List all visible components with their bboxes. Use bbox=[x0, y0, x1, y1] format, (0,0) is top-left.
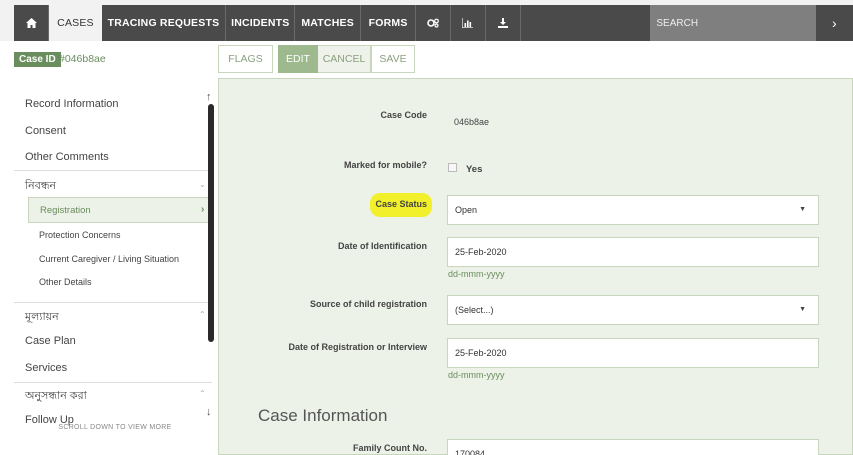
nav-forms[interactable]: FORMS bbox=[361, 5, 417, 41]
nav-matches[interactable]: MATCHES bbox=[295, 5, 362, 41]
chevron-up-icon: ⌃ bbox=[199, 310, 206, 319]
date-of-registration-label: Date of Registration or Interview bbox=[288, 342, 427, 352]
sidebar-divider bbox=[14, 302, 212, 303]
sidebar-divider bbox=[14, 170, 212, 171]
sidebar-item-current-caregiver[interactable]: Current Caregiver / Living Situation bbox=[39, 254, 179, 264]
date-of-identification-input[interactable]: 25-Feb-2020 bbox=[447, 237, 819, 267]
edit-button[interactable]: EDIT bbox=[278, 45, 318, 73]
source-of-registration-select[interactable]: (Select...) ▼ bbox=[447, 295, 819, 325]
chevron-down-icon: ⌄ bbox=[199, 180, 206, 189]
date-of-identification-label: Date of Identification bbox=[337, 241, 427, 251]
sidebar-section-registration[interactable]: নিবন্ধন bbox=[25, 177, 56, 196]
search-input[interactable]: SEARCH bbox=[650, 5, 816, 41]
case-status-value: Open bbox=[455, 205, 478, 215]
scroll-up-arrow-icon[interactable]: ↑ bbox=[206, 91, 212, 103]
search-go-button[interactable]: › bbox=[815, 5, 853, 41]
marked-for-mobile-checkbox[interactable] bbox=[448, 163, 457, 172]
sidebar-item-registration[interactable]: Registration › bbox=[28, 197, 210, 223]
date-format-hint: dd-mmm-yyyy bbox=[448, 370, 505, 380]
caret-down-icon: ▼ bbox=[799, 306, 806, 313]
case-id-badge: Case ID bbox=[14, 52, 61, 67]
sidebar-item-other-details[interactable]: Other Details bbox=[39, 277, 92, 287]
case-id-value: #046b8ae bbox=[59, 53, 106, 65]
sidebar-item-consent[interactable]: Consent bbox=[25, 125, 66, 137]
case-status-select[interactable]: Open ▼ bbox=[447, 195, 819, 225]
sidebar-divider bbox=[14, 382, 212, 383]
case-code-label: Case Code bbox=[380, 110, 427, 120]
case-status-label: Case Status bbox=[375, 199, 427, 209]
case-code-value: 046b8ae bbox=[454, 117, 490, 127]
sidebar-item-services[interactable]: Services bbox=[25, 362, 67, 374]
date-of-registration-input[interactable]: 25-Feb-2020 bbox=[447, 338, 819, 368]
sidebar-item-protection-concerns[interactable]: Protection Concerns bbox=[39, 230, 121, 240]
date-format-hint: dd-mmm-yyyy bbox=[448, 269, 505, 279]
family-count-input[interactable]: 170084 bbox=[447, 439, 819, 455]
sidebar-scrollbar[interactable] bbox=[208, 104, 214, 342]
chevron-right-icon: › bbox=[201, 204, 205, 215]
sidebar-item-case-plan[interactable]: Case Plan bbox=[25, 335, 76, 347]
source-of-registration-label: Source of child registration bbox=[309, 299, 427, 309]
marked-for-mobile-option: Yes bbox=[466, 164, 483, 175]
family-count-label: Family Count No. bbox=[353, 443, 427, 453]
nav-spacer bbox=[521, 5, 651, 41]
chevron-up-icon: ⌃ bbox=[199, 389, 206, 398]
sidebar-section-assessment[interactable]: মূল্যায়ন bbox=[25, 308, 59, 327]
form-sidebar: Record Information Consent Other Comment… bbox=[14, 86, 216, 436]
case-information-heading: Case Information bbox=[258, 406, 388, 425]
caret-down-icon: ▼ bbox=[799, 206, 806, 213]
flags-button[interactable]: FLAGS bbox=[218, 45, 273, 73]
gears-icon[interactable] bbox=[416, 5, 451, 41]
download-icon[interactable] bbox=[486, 5, 522, 41]
save-button[interactable]: SAVE bbox=[371, 45, 415, 73]
sidebar-item-record-information[interactable]: Record Information bbox=[25, 98, 119, 110]
bar-chart-icon[interactable] bbox=[451, 5, 486, 41]
nav-bar: CASES TRACING REQUESTS INCIDENTS MATCHES… bbox=[14, 5, 853, 41]
nav-cases[interactable]: CASES bbox=[49, 5, 102, 41]
nav-tracing-requests[interactable]: TRACING REQUESTS bbox=[102, 5, 227, 41]
scroll-down-arrow-icon[interactable]: ↓ bbox=[206, 406, 212, 418]
cancel-button[interactable]: CANCEL bbox=[318, 45, 371, 73]
scroll-hint: SCROLL DOWN TO VIEW MORE bbox=[58, 424, 172, 431]
nav-incidents[interactable]: INCIDENTS bbox=[226, 5, 296, 41]
sidebar-item-label: Registration bbox=[40, 205, 91, 216]
sidebar-item-other-comments[interactable]: Other Comments bbox=[25, 151, 109, 163]
top-navigation: CASES TRACING REQUESTS INCIDENTS MATCHES… bbox=[0, 0, 853, 41]
home-icon[interactable] bbox=[14, 5, 50, 41]
source-of-registration-value: (Select...) bbox=[455, 305, 494, 315]
sidebar-section-tracing[interactable]: অনুসন্ধান করা bbox=[25, 387, 87, 406]
marked-for-mobile-label: Marked for mobile? bbox=[343, 160, 427, 170]
